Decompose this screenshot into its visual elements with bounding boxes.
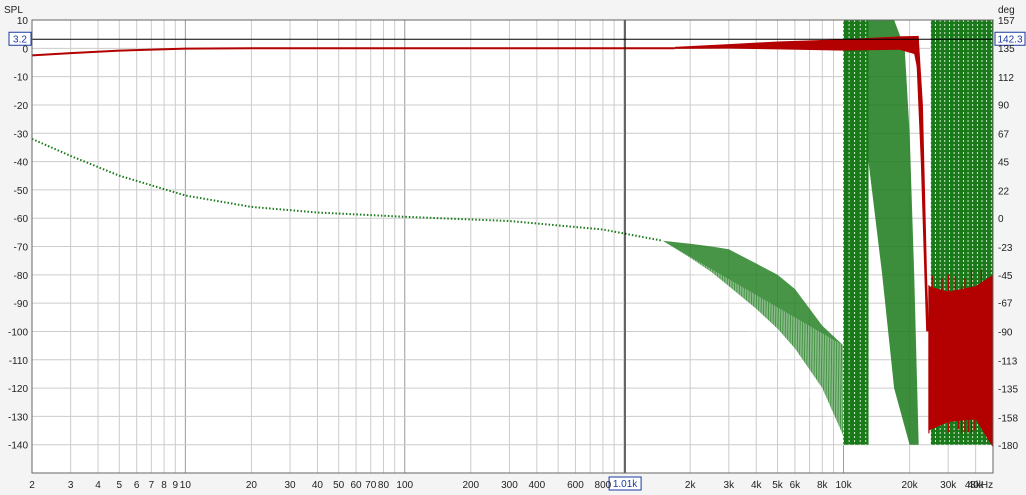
x-tick-label: 3: [68, 480, 74, 491]
cursor-x-value: 1.01k: [613, 479, 638, 490]
y-right-tick-label: -90: [998, 328, 1013, 339]
y-right-tick-label: 0: [998, 214, 1004, 225]
x-tick-label: 5k: [772, 480, 784, 491]
y-left-tick-label: -50: [14, 186, 29, 197]
y-right-tick-label: -23: [998, 243, 1013, 254]
y-left-tick-label: -30: [14, 129, 29, 140]
x-tick-label: 8k: [817, 480, 829, 491]
x-tick-label: 6k: [790, 480, 802, 491]
y-left-tick-label: -40: [14, 158, 29, 169]
right-axis-label: deg: [998, 5, 1015, 16]
y-left-tick-label: 10: [17, 16, 29, 27]
x-tick-label: 400: [528, 480, 545, 491]
x-tick-label: 3k: [724, 480, 736, 491]
y-right-tick-label: 112: [998, 73, 1014, 84]
x-tick-label: 4: [95, 480, 101, 491]
y-right-tick-label: -158: [998, 413, 1018, 424]
x-tick-label: 48kHz: [965, 480, 993, 491]
x-tick-label: 800: [595, 480, 612, 491]
y-left-tick-label: 0: [22, 44, 28, 55]
x-tick-label: 60: [351, 480, 363, 491]
y-left-tick-label: -80: [14, 271, 29, 282]
y-left-tick-label: -110: [9, 356, 29, 367]
y-left-tick-label: -120: [8, 384, 28, 395]
y-right-tick-label: 90: [998, 101, 1010, 112]
y-right-tick-label: 45: [998, 157, 1010, 168]
x-tick-label: 70: [365, 480, 377, 491]
y-right-tick-label: -113: [998, 357, 1018, 368]
x-tick-label: 10k: [835, 480, 852, 491]
x-tick-label: 600: [567, 480, 584, 491]
x-tick-label: 2: [29, 480, 35, 491]
y-left-tick-label: -60: [14, 214, 29, 225]
x-tick-label: 6: [134, 480, 140, 491]
x-tick-label: 4k: [751, 480, 763, 491]
y-right-tick-label: -180: [998, 441, 1018, 452]
y-right-tick-label: -45: [998, 271, 1013, 282]
x-tick-label: 20k: [902, 480, 919, 491]
x-tick-label: 8: [161, 480, 167, 491]
x-tick-label: 2k: [685, 480, 697, 491]
x-tick-label: 30: [284, 480, 296, 491]
x-tick-label: 5: [117, 480, 123, 491]
y-left-tick-label: -70: [14, 243, 29, 254]
frequency-response-chart: 3.2 142.3 1.01k 2 3 4 5 6 7 8 9 10 20 30 40 50 60 70 80 10…: [0, 0, 1026, 495]
x-tick-label: 7: [149, 480, 155, 491]
left-axis-label: SPL: [4, 5, 23, 16]
x-tick-label: 40: [312, 480, 324, 491]
x-tick-label: 30k: [940, 480, 957, 491]
y-left-tick-label: -90: [14, 299, 29, 310]
phase-block-mid: [843, 20, 869, 445]
y-left-tick-label: -10: [14, 73, 29, 84]
x-tick-label: 100: [396, 480, 413, 491]
x-tick-label: 9: [173, 480, 179, 491]
y-left-tick-label: -130: [8, 412, 28, 423]
y-right-tick-label: 157: [998, 16, 1015, 27]
y-right-tick-label: -67: [998, 299, 1013, 310]
y-left-tick-label: -20: [14, 101, 29, 112]
chart-svg: 3.2 142.31.01k 2 3 4 5 6 7 8 9 10 20 30 40 50 60 70 80 10…: [0, 0, 1026, 495]
x-tick-label: 50: [333, 480, 345, 491]
y-right-tick-label: -135: [998, 384, 1018, 395]
y-right-tick-label: 135: [998, 44, 1015, 55]
y-left-tick-label: -100: [8, 327, 28, 338]
x-tick-label: 10: [180, 480, 192, 491]
y-right-tick-label: 67: [998, 130, 1010, 141]
x-tick-label: 80: [378, 480, 390, 491]
y-left-tick-label: -140: [8, 441, 28, 452]
y-right-tick-label: 22: [998, 186, 1010, 197]
x-tick-label: 200: [462, 480, 479, 491]
x-tick-label: 300: [501, 480, 518, 491]
x-tick-label: 20: [246, 480, 258, 491]
